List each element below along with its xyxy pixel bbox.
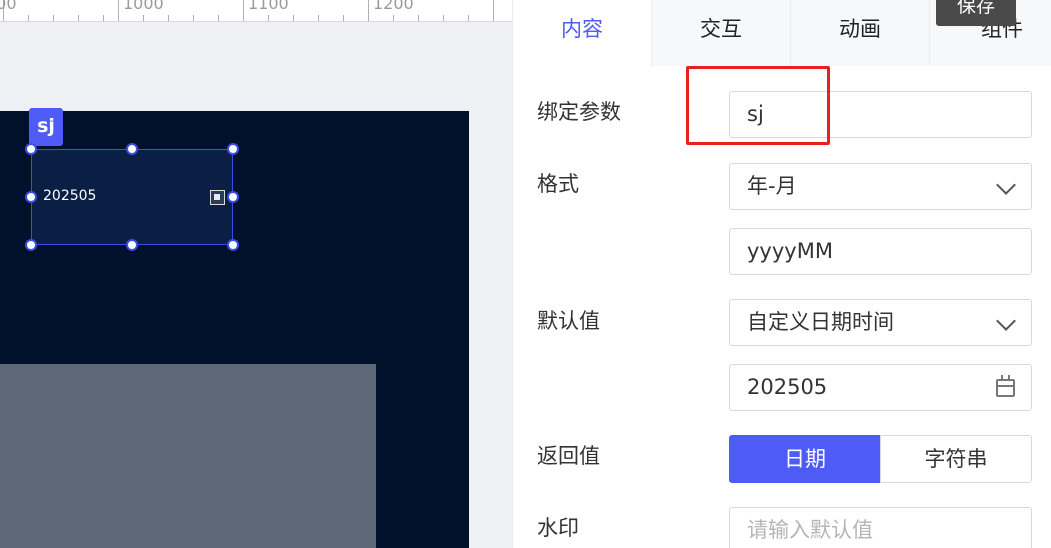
resize-handle-n[interactable]	[126, 143, 138, 155]
calendar-icon	[996, 375, 1015, 397]
panel-tabs: 内容 交互 动画 组件 保存	[513, 0, 1051, 66]
ruler-tick	[143, 15, 144, 21]
tab-content[interactable]: 内容	[513, 0, 652, 66]
return-value-label: 返回值	[537, 444, 600, 468]
ruler-label: 900	[0, 0, 17, 13]
ruler-tick	[28, 15, 29, 21]
bind-param-label: 绑定参数	[537, 100, 621, 124]
default-date-value: 202505	[747, 375, 828, 399]
resize-handle-ne[interactable]	[227, 143, 239, 155]
resize-handle-w[interactable]	[25, 191, 37, 203]
format-selected-value: 年-月	[747, 174, 797, 198]
ruler-tick	[268, 15, 269, 21]
resize-handle-nw[interactable]	[25, 143, 37, 155]
ruler-label: 1000	[123, 0, 164, 13]
ruler-tick	[468, 15, 469, 21]
ruler-tick	[443, 15, 444, 21]
ruler-tick	[103, 15, 104, 21]
component-name-tag: sj	[29, 108, 63, 146]
canvas-component-block[interactable]	[0, 364, 376, 548]
ruler-label: 1200	[373, 0, 414, 13]
ruler-tick	[418, 15, 419, 21]
resize-handle-e[interactable]	[227, 191, 239, 203]
tab-animation[interactable]: 动画	[791, 0, 930, 66]
format-select[interactable]: 年-月	[729, 163, 1032, 210]
save-button[interactable]: 保存	[936, 0, 1016, 26]
ruler-tick	[78, 15, 79, 21]
ruler-tick	[193, 15, 194, 21]
watermark-label: 水印	[537, 516, 579, 540]
component-date-value: 202505	[43, 188, 97, 204]
chevron-down-icon	[996, 311, 1016, 331]
resize-handle-sw[interactable]	[25, 239, 37, 251]
return-string-option[interactable]: 字符串	[880, 435, 1032, 483]
ruler-label: 1100	[248, 0, 289, 13]
chevron-down-icon	[996, 175, 1016, 195]
tab-interaction[interactable]: 交互	[652, 0, 791, 66]
calendar-icon	[210, 190, 225, 205]
highlight-annotation-box	[686, 66, 830, 145]
ruler-tick	[53, 15, 54, 21]
ruler-tick	[218, 15, 219, 21]
return-value-toggle: 日期 字符串	[729, 435, 1032, 483]
default-value-select[interactable]: 自定义日期时间	[729, 299, 1032, 346]
ruler-tick	[243, 0, 244, 21]
default-date-picker[interactable]: 202505	[729, 364, 1032, 411]
ruler-tick	[318, 15, 319, 21]
ruler-tick	[368, 0, 369, 21]
ruler-tick	[343, 15, 344, 21]
watermark-input[interactable]: 请输入默认值	[729, 507, 1032, 548]
ruler-tick	[293, 15, 294, 21]
selected-date-component[interactable]: 202505	[31, 149, 233, 245]
ruler-tick	[493, 0, 494, 21]
app-root: 900 1000 1100 1200 sj 202505 内容 交互 动画 组件…	[0, 0, 1051, 548]
horizontal-ruler: 900 1000 1100 1200	[0, 0, 512, 22]
ruler-tick	[118, 0, 119, 21]
design-canvas[interactable]: 900 1000 1100 1200 sj 202505	[0, 0, 512, 548]
resize-handle-se[interactable]	[227, 239, 239, 251]
ruler-tick	[168, 15, 169, 21]
ruler-tick	[393, 15, 394, 21]
format-label: 格式	[537, 172, 579, 196]
default-value-selected: 自定义日期时间	[747, 310, 894, 334]
format-pattern-input[interactable]: yyyyMM	[729, 228, 1032, 275]
resize-handle-s[interactable]	[126, 239, 138, 251]
return-date-option[interactable]: 日期	[729, 435, 881, 483]
default-value-label: 默认值	[537, 309, 600, 333]
